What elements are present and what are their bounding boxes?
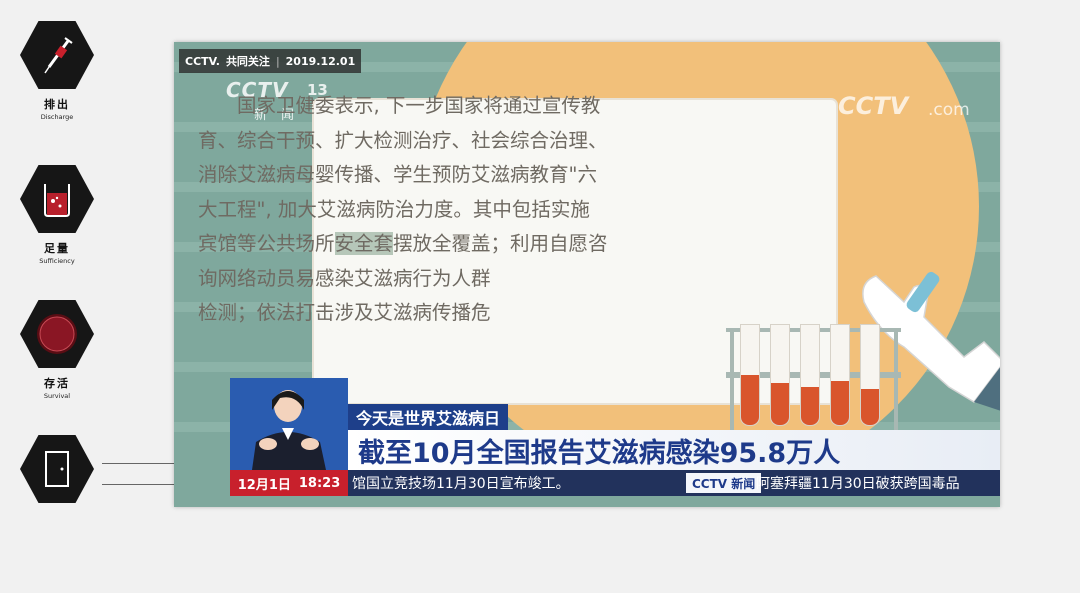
ticker-time: 18:23 bbox=[298, 475, 341, 491]
source-brand: CCTV. bbox=[185, 54, 220, 68]
sidebar-label: 排出 bbox=[44, 98, 70, 111]
highlighted-text: 安全套 bbox=[334, 232, 394, 255]
watermark-suffix: .com bbox=[928, 100, 970, 120]
watermark-logo: CCTV bbox=[838, 92, 909, 120]
sidebar-label: 足量 bbox=[44, 242, 70, 255]
news-topic-tag: 今天是世界艾滋病日 bbox=[348, 404, 509, 430]
door-icon bbox=[20, 434, 94, 504]
sign-language-interpreter bbox=[230, 378, 348, 470]
text-line: 育、综合干预、扩大检测治疗、社会综合治理、 bbox=[198, 128, 608, 152]
ticker-item: 馆国立竞技场11月30日宣布竣工。 bbox=[352, 476, 570, 492]
news-headline: 截至10月全国报告艾滋病感染95.8万人 bbox=[348, 430, 1000, 470]
sidebar-label: 存活 bbox=[44, 377, 70, 390]
source-date: 2019.12.01 bbox=[285, 54, 356, 68]
sidebar-item-survival[interactable]: 存活 Survival bbox=[14, 297, 100, 400]
sidebar-sublabel: Discharge bbox=[40, 113, 74, 121]
ticker-date: 12月1日 bbox=[237, 477, 291, 493]
sidebar-item-sufficiency[interactable]: 足量 Sufficiency bbox=[14, 162, 100, 265]
cell-icon bbox=[20, 299, 94, 369]
sidebar-sublabel: Survival bbox=[43, 392, 71, 400]
text-line: 宾馆等公共场所安全套摆放全覆盖；利用自愿咨 bbox=[198, 227, 668, 262]
source-tag: CCTV. 共同关注 | 2019.12.01 bbox=[179, 49, 362, 73]
syringe-icon bbox=[20, 20, 94, 90]
sidebar-sublabel: Sufficiency bbox=[39, 257, 75, 265]
announcement-text: 国家卫健委表示, 下一步国家将通过宣传教 育、综合干预、扩大检测治疗、社会综合治… bbox=[198, 89, 668, 331]
ticker-logo: CCTV 新闻 bbox=[686, 473, 762, 493]
text-line: 大工程", 加大艾滋病防治力度。其中包括实施 bbox=[198, 197, 590, 221]
connector-line bbox=[102, 484, 174, 485]
text-line: 消除艾滋病母婴传播、学生预防艾滋病教育"六 bbox=[198, 163, 597, 186]
text-line: 国家卫健委表示, 下一步国家将通过宣传教 bbox=[237, 94, 601, 117]
ticker-datetime: 12月1日 18:23 bbox=[230, 470, 348, 496]
sidebar-item-discharge[interactable]: 排出 Discharge bbox=[14, 18, 100, 121]
text-segment: 宾馆等公共场所 bbox=[198, 232, 335, 255]
text-line: 检测；依法打击涉及艾滋病传播危 bbox=[198, 301, 491, 324]
ticker-item: 阿塞拜疆11月30日破获跨国毒品 bbox=[756, 476, 960, 492]
beaker-icon bbox=[20, 164, 94, 234]
sidebar-item-exit[interactable] bbox=[14, 432, 100, 506]
source-program: 共同关注 bbox=[225, 55, 270, 68]
connector-line bbox=[102, 463, 174, 464]
text-line: 询网络动员易感染艾滋病行为人群 bbox=[198, 266, 491, 290]
text-segment: 摆放全覆盖；利用自愿咨 bbox=[393, 232, 608, 255]
